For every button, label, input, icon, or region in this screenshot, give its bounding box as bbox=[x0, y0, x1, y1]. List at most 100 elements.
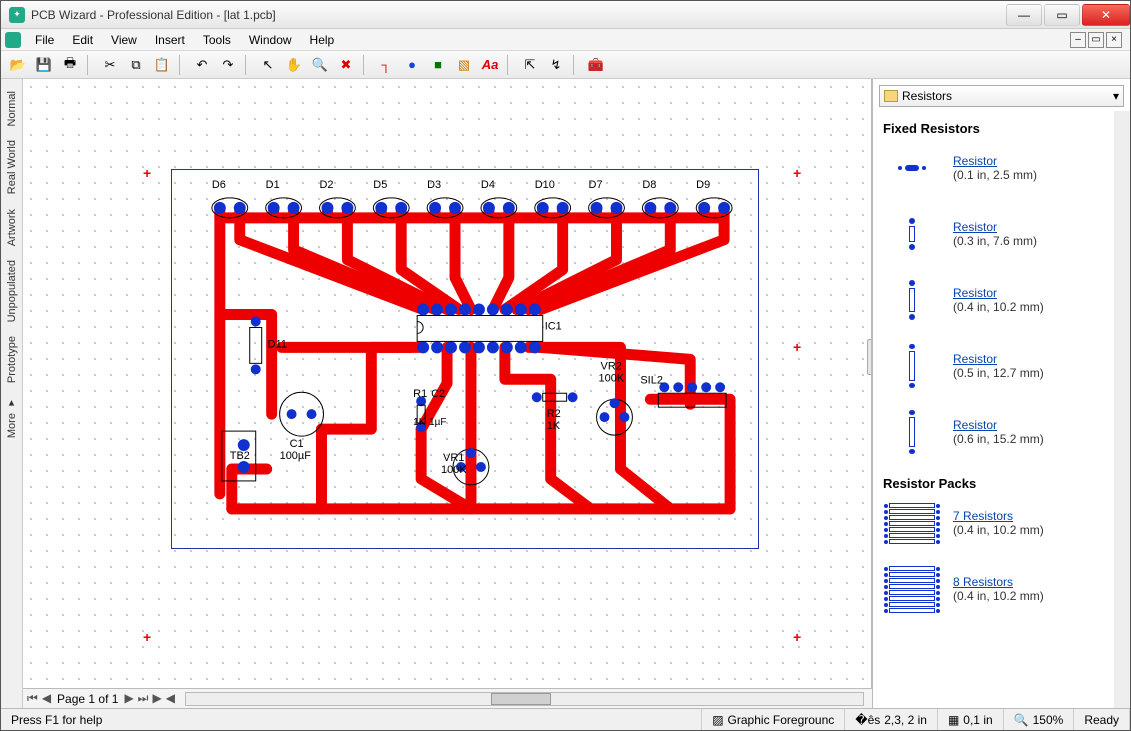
track-tool[interactable]: ┐ bbox=[375, 54, 397, 76]
palette-item-link[interactable]: Resistor bbox=[953, 418, 997, 432]
palette-category-label: Resistors bbox=[902, 89, 952, 103]
palette-item-resistor[interactable]: Resistor(0.6 in, 15.2 mm) bbox=[885, 410, 1120, 454]
svg-text:D4: D4 bbox=[481, 179, 495, 191]
copper-tool[interactable]: ▧ bbox=[453, 54, 475, 76]
palette-item-resistor[interactable]: Resistor(0.3 in, 7.6 mm) bbox=[885, 212, 1120, 256]
palette-item-sub: (0.5 in, 12.7 mm) bbox=[953, 366, 1044, 380]
palette-item-link[interactable]: Resistor bbox=[953, 352, 997, 366]
page-prev[interactable]: ◀ bbox=[42, 691, 51, 706]
pan-tool[interactable]: ✋ bbox=[283, 54, 305, 76]
horizontal-scrollbar[interactable] bbox=[185, 692, 864, 706]
page-next[interactable]: ▶ bbox=[124, 691, 133, 706]
measure-tool[interactable]: ⇱ bbox=[519, 54, 541, 76]
menu-file[interactable]: File bbox=[27, 31, 62, 49]
svg-text:C1: C1 bbox=[290, 438, 304, 450]
page-label: Page 1 of 1 bbox=[57, 692, 118, 706]
paste-button[interactable]: 📋 bbox=[151, 54, 173, 76]
open-button[interactable]: 📂 bbox=[7, 54, 29, 76]
resistor-icon bbox=[885, 344, 939, 388]
palette-item-link[interactable]: 7 Resistors bbox=[953, 509, 1013, 523]
undo-button[interactable]: ↶ bbox=[191, 54, 213, 76]
palette-item-link[interactable]: Resistor bbox=[953, 286, 997, 300]
library-button[interactable]: 🧰 bbox=[585, 54, 607, 76]
palette-item-resistor-pack[interactable]: 7 Resistors(0.4 in, 10.2 mm) bbox=[885, 501, 1120, 545]
resistor-pack-icon bbox=[885, 567, 939, 611]
palette-item-link[interactable]: Resistor bbox=[953, 154, 997, 168]
tab-real-world[interactable]: Real World bbox=[4, 134, 20, 200]
svg-text:SIL2: SIL2 bbox=[640, 374, 663, 386]
svg-text:D2: D2 bbox=[319, 179, 333, 191]
origin-marker: + bbox=[143, 165, 151, 181]
menu-view[interactable]: View bbox=[103, 31, 145, 49]
menu-help[interactable]: Help bbox=[302, 31, 343, 49]
board-outline: IC1 D11 TB2 C1 100µF bbox=[171, 169, 759, 549]
tab-unpopulated[interactable]: Unpopulated bbox=[4, 254, 20, 328]
menu-window[interactable]: Window bbox=[241, 31, 300, 49]
mdi-close-button[interactable]: × bbox=[1106, 32, 1122, 48]
app-icon-small bbox=[5, 32, 21, 48]
svg-text:100K: 100K bbox=[599, 372, 625, 384]
page-alt-next[interactable]: ◀ bbox=[166, 691, 175, 706]
page-alt-prev[interactable]: ▶ bbox=[152, 691, 161, 706]
redo-button[interactable]: ↷ bbox=[217, 54, 239, 76]
design-canvas[interactable]: + + + + + bbox=[23, 79, 872, 688]
palette-item-resistor[interactable]: Resistor(0.4 in, 10.2 mm) bbox=[885, 278, 1120, 322]
mdi-restore-button[interactable]: ▭ bbox=[1088, 32, 1104, 48]
save-button[interactable]: 💾 bbox=[33, 54, 55, 76]
palette-item-sub: (0.1 in, 2.5 mm) bbox=[953, 168, 1037, 182]
svg-text:1K: 1K bbox=[413, 417, 426, 428]
palette-item-sub: (0.4 in, 10.2 mm) bbox=[953, 523, 1044, 537]
cut-button[interactable]: ✂ bbox=[99, 54, 121, 76]
palette-category-select[interactable]: Resistors ▾ bbox=[879, 85, 1124, 107]
tab-artwork[interactable]: Artwork bbox=[4, 203, 20, 252]
palette-item-sub: (0.4 in, 10.2 mm) bbox=[953, 300, 1044, 314]
page-last[interactable]: ⏭ bbox=[138, 691, 149, 706]
folder-icon bbox=[884, 90, 898, 102]
text-tool[interactable]: Aa bbox=[479, 54, 501, 76]
component-palette: Resistors ▾ Fixed Resistors Resistor(0.1… bbox=[872, 79, 1130, 708]
menu-edit[interactable]: Edit bbox=[64, 31, 101, 49]
palette-item-link[interactable]: Resistor bbox=[953, 220, 997, 234]
svg-text:D11: D11 bbox=[268, 338, 287, 350]
menu-insert[interactable]: Insert bbox=[147, 31, 193, 49]
corner-marker: + bbox=[793, 339, 801, 355]
svg-text:R2: R2 bbox=[547, 408, 561, 420]
tab-prototype[interactable]: Prototype bbox=[4, 330, 20, 389]
pointer-tool[interactable]: ↖ bbox=[257, 54, 279, 76]
close-button[interactable]: ✕ bbox=[1082, 4, 1130, 26]
tab-normal[interactable]: Normal bbox=[4, 85, 20, 132]
palette-item-resistor-pack[interactable]: 8 Resistors(0.4 in, 10.2 mm) bbox=[885, 567, 1120, 611]
status-layer[interactable]: ▨Graphic Foregrounc bbox=[702, 709, 845, 730]
resistor-icon bbox=[885, 278, 939, 322]
delete-tool[interactable]: ✖ bbox=[335, 54, 357, 76]
palette-item-link[interactable]: 8 Resistors bbox=[953, 575, 1013, 589]
svg-text:D7: D7 bbox=[589, 179, 603, 191]
copy-button[interactable]: ⧉ bbox=[125, 54, 147, 76]
palette-item-resistor[interactable]: Resistor(0.5 in, 12.7 mm) bbox=[885, 344, 1120, 388]
page-first[interactable]: ⏮ bbox=[27, 691, 38, 706]
status-grid[interactable]: ▦0,1 in bbox=[938, 709, 1004, 730]
resistor-icon bbox=[885, 212, 939, 256]
tab-more[interactable]: More ▾ bbox=[3, 391, 20, 444]
status-ready: Ready bbox=[1074, 709, 1130, 730]
palette-scrollbar[interactable] bbox=[1114, 111, 1130, 708]
svg-text:D9: D9 bbox=[696, 179, 710, 191]
zoom-tool[interactable]: 🔍 bbox=[309, 54, 331, 76]
mdi-minimize-button[interactable]: – bbox=[1070, 32, 1086, 48]
splitter-handle[interactable] bbox=[867, 339, 872, 375]
svg-text:D6: D6 bbox=[212, 179, 226, 191]
corner-marker: + bbox=[143, 629, 151, 645]
minimize-button[interactable]: — bbox=[1006, 4, 1042, 26]
pad-tool[interactable]: ● bbox=[401, 54, 423, 76]
rect-tool[interactable]: ■ bbox=[427, 54, 449, 76]
svg-text:1µF: 1µF bbox=[429, 417, 446, 428]
palette-item-resistor[interactable]: Resistor(0.1 in, 2.5 mm) bbox=[885, 146, 1120, 190]
pcb-svg: IC1 D11 TB2 C1 100µF bbox=[172, 170, 758, 549]
route-tool[interactable]: ↯ bbox=[545, 54, 567, 76]
chevron-down-icon: ▾ bbox=[1113, 89, 1119, 103]
status-zoom[interactable]: 🔍150% bbox=[1004, 709, 1075, 730]
palette-section-fixed: Fixed Resistors bbox=[883, 121, 1120, 136]
maximize-button[interactable]: ▭ bbox=[1044, 4, 1080, 26]
print-button[interactable]: 🖶 bbox=[59, 54, 81, 76]
menu-tools[interactable]: Tools bbox=[195, 31, 239, 49]
